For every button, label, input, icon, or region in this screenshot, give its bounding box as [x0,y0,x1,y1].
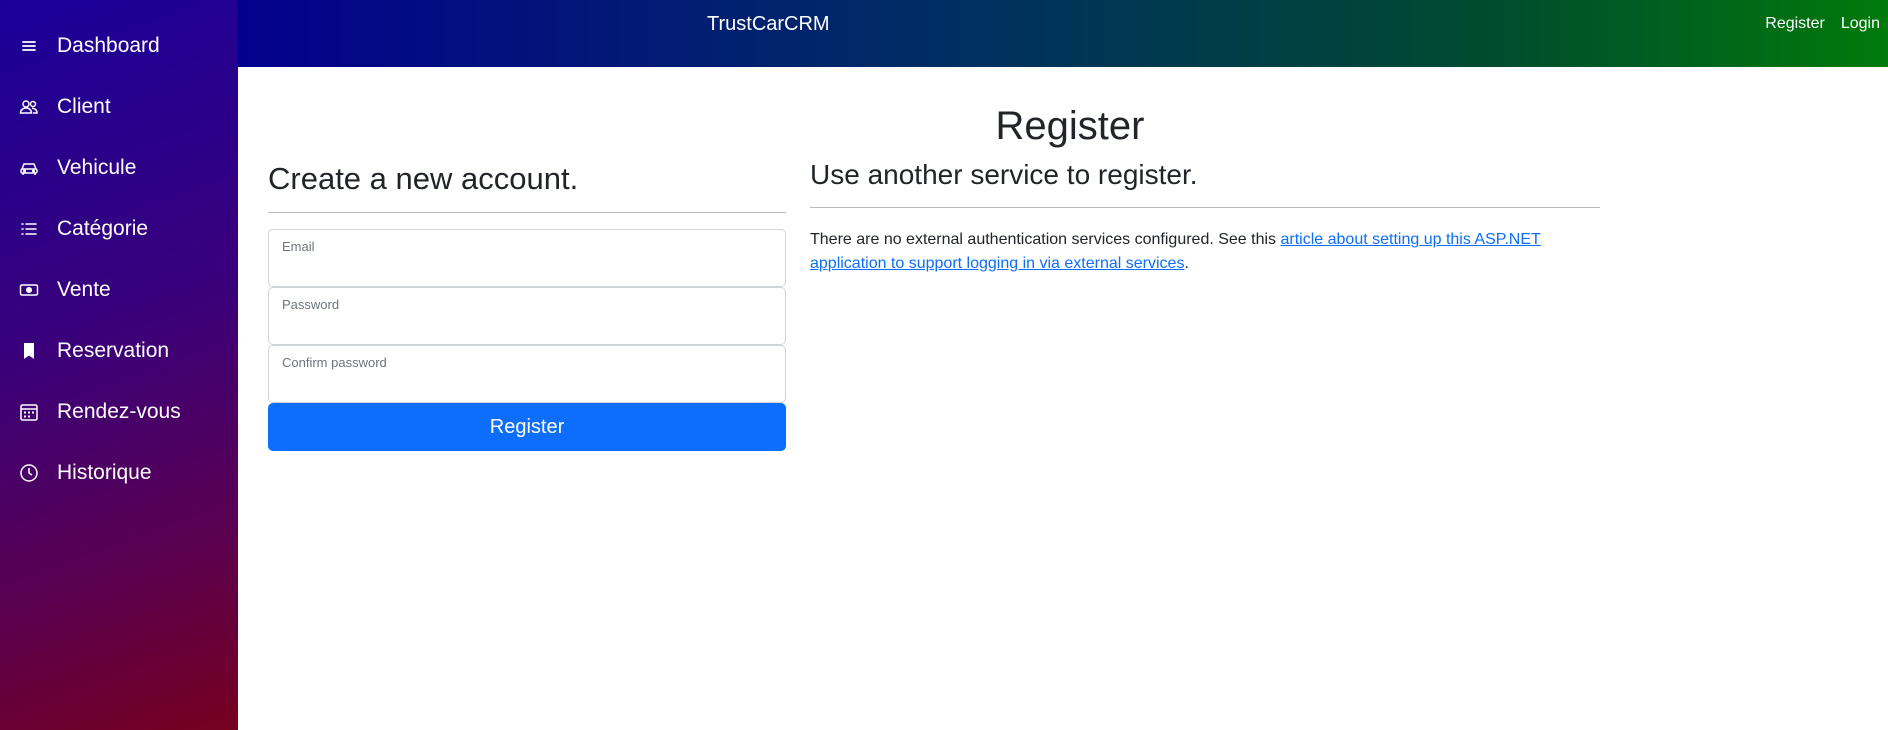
register-form: Email Password Confirm password Register [268,229,786,451]
sidebar-item-label: Vehicule [57,155,137,179]
sidebar-item-client[interactable]: Client [0,76,238,137]
calendar-icon [18,401,40,423]
register-button[interactable]: Register [268,403,786,451]
clock-icon [18,462,40,484]
bookmark-icon [18,340,40,362]
sidebar-item-reservation[interactable]: Reservation [0,320,238,381]
sidebar-item-rendez-vous[interactable]: Rendez-vous [0,381,238,442]
register-link[interactable]: Register [1757,15,1833,33]
sidebar-item-label: Catégorie [57,216,149,240]
list-icon [18,218,40,240]
people-icon [18,96,40,118]
sidebar-item-vente[interactable]: Vente [0,259,238,320]
sidebar-item-vehicule[interactable]: Vehicule [0,137,238,198]
external-auth-message: There are no external authentication ser… [810,228,1600,276]
sidebar-item-label: Dashboard [57,33,160,57]
top-navbar: TrustCarCRM Register Login [238,0,1888,67]
sidebar-item-label: Client [57,94,111,118]
sidebar-item-dashboard[interactable]: Dashboard [0,15,238,76]
page-title: Register [995,104,1145,148]
sidebar-item-label: Reservation [57,338,170,362]
confirm-password-field[interactable]: Confirm password [268,345,786,403]
external-login-section: Use another service to register. There a… [810,159,1600,292]
create-account-heading: Create a new account. [268,161,786,213]
top-nav-links: Register Login [1757,15,1888,33]
menu-icon [18,35,40,57]
main-content: Register Create a new account. Email Pas… [238,67,1888,730]
password-label: Password [282,297,340,312]
cash-icon [18,279,40,301]
external-service-heading: Use another service to register. [810,159,1600,208]
external-auth-period: . [1184,255,1189,272]
email-label: Email [282,239,315,254]
email-field[interactable]: Email [268,229,786,287]
password-field[interactable]: Password [268,287,786,345]
sidebar-item-label: Vente [57,277,111,301]
sidebar-item-categorie[interactable]: Catégorie [0,198,238,259]
confirm-password-input[interactable] [281,374,773,398]
register-form-section: Create a new account. Email Password Con… [268,161,786,451]
sidebar-item-historique[interactable]: Historique [0,442,238,503]
email-input[interactable] [281,258,773,282]
external-auth-text: There are no external authentication ser… [810,231,1281,248]
car-icon [18,157,40,179]
brand-title[interactable]: TrustCarCRM [707,13,830,36]
confirm-password-label: Confirm password [282,355,387,370]
sidebar-item-label: Historique [57,460,152,484]
sidebar: Dashboard Client Vehicule Catégorie Vent… [0,0,238,730]
login-link[interactable]: Login [1833,15,1888,33]
sidebar-item-label: Rendez-vous [57,399,181,423]
password-input[interactable] [281,316,773,340]
